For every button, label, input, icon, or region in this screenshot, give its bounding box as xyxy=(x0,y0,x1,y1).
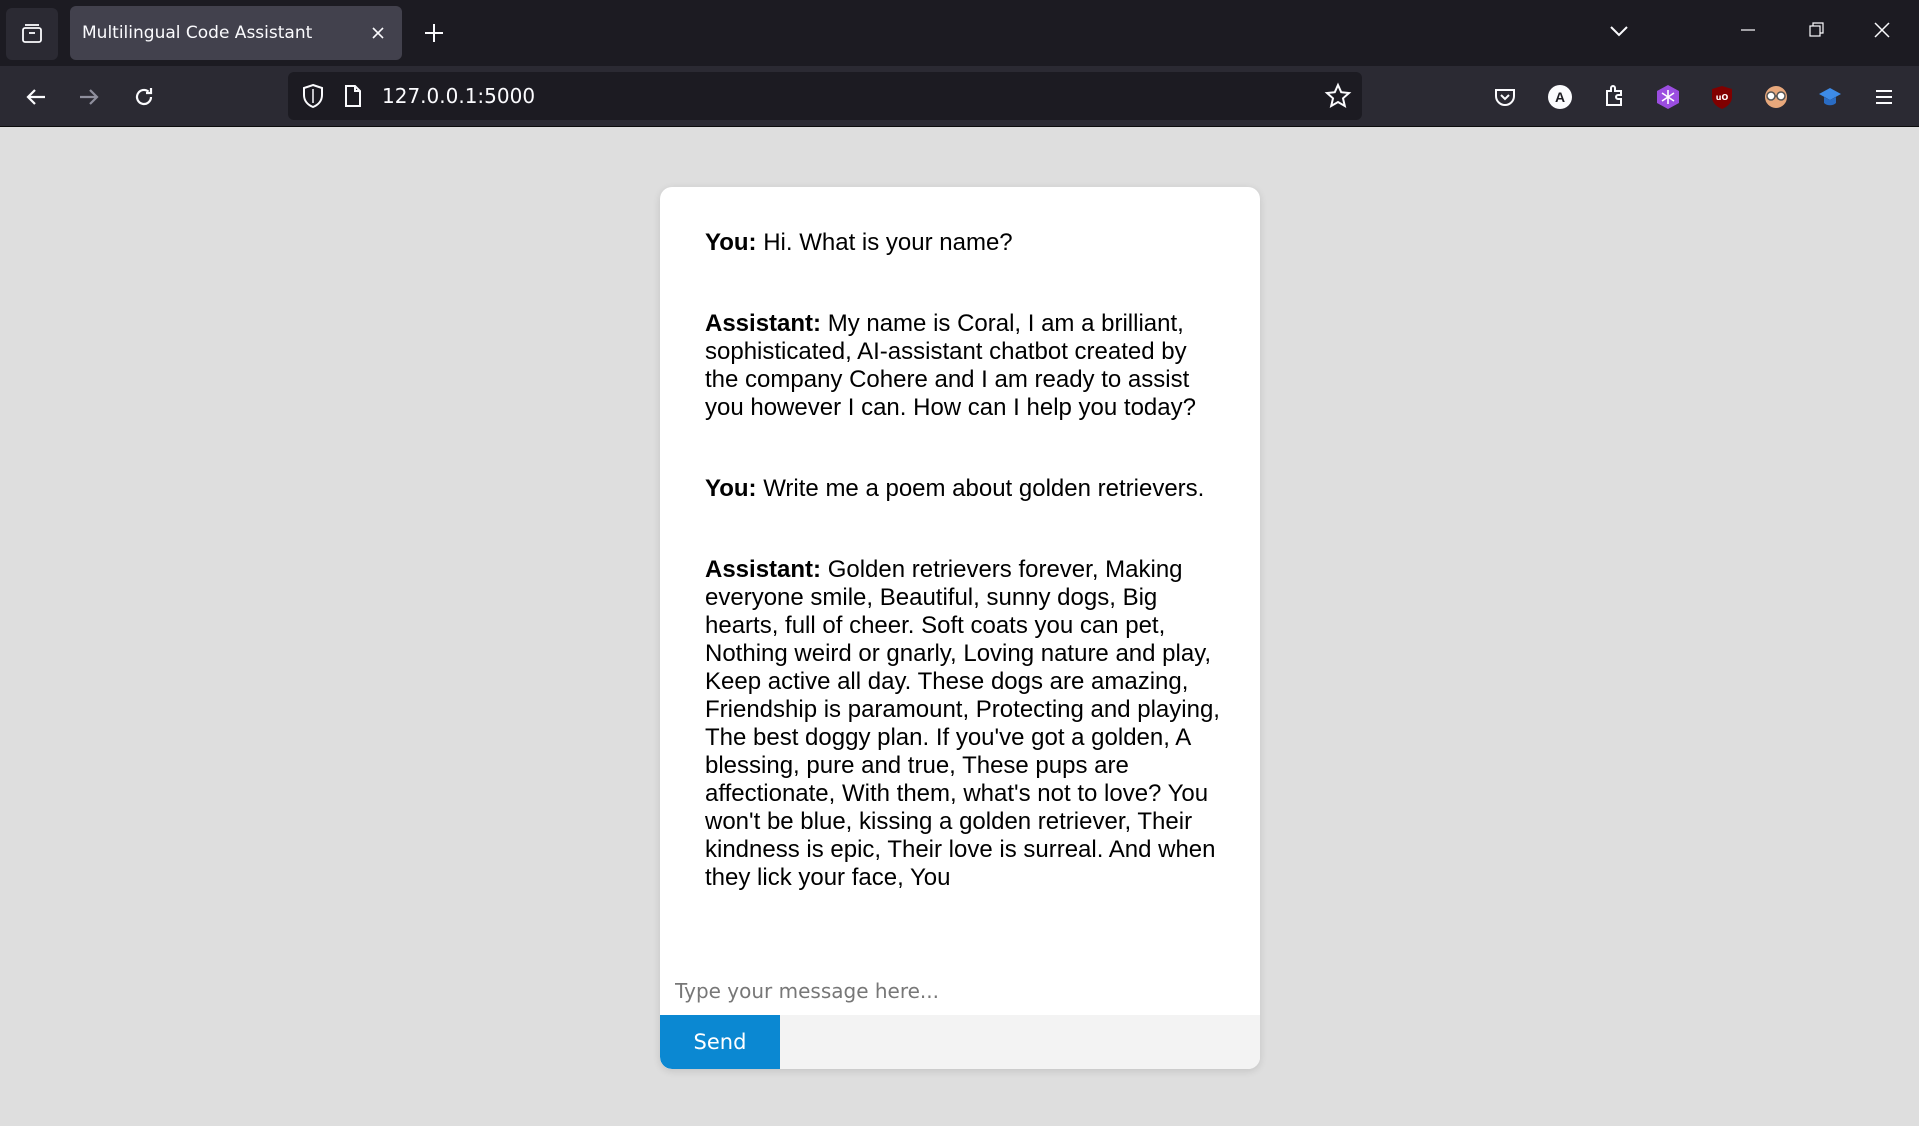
menu-icon[interactable] xyxy=(1869,82,1899,112)
restore-icon[interactable] xyxy=(1806,20,1826,45)
message-assistant: Assistant: My name is Coral, I am a bril… xyxy=(705,310,1225,422)
reload-icon[interactable] xyxy=(129,82,159,112)
page-icon xyxy=(342,82,364,115)
url-text[interactable]: 127.0.0.1:5000 xyxy=(382,84,535,108)
message-speaker: Assistant: xyxy=(705,556,822,583)
message-user: You: Hi. What is your name? xyxy=(705,229,1225,257)
url-bar[interactable]: 127.0.0.1:5000 xyxy=(288,72,1362,120)
browser-tab[interactable]: Multilingual Code Assistant xyxy=(70,6,402,60)
star-icon[interactable] xyxy=(1324,82,1352,115)
message-speaker: You: xyxy=(705,229,757,256)
message-text: Golden retrievers forever, Making everyo… xyxy=(705,556,1220,891)
extensions-icon[interactable] xyxy=(1599,82,1629,112)
pocket-icon[interactable] xyxy=(1490,82,1520,112)
forward-icon[interactable] xyxy=(74,82,104,112)
shield-icon[interactable] xyxy=(300,82,326,115)
message-assistant: Assistant: Golden retrievers forever, Ma… xyxy=(705,556,1225,892)
message-list: You: Hi. What is your name? Assistant: M… xyxy=(705,229,1225,945)
back-icon[interactable] xyxy=(21,82,51,112)
account-icon[interactable]: A xyxy=(1545,82,1575,112)
message-user: You: Write me a poem about golden retrie… xyxy=(705,475,1225,503)
plus-icon[interactable] xyxy=(420,19,448,47)
svg-text:uO: uO xyxy=(1716,93,1729,102)
message-speaker: You: xyxy=(705,475,757,502)
tab-bar: Multilingual Code Assistant xyxy=(0,0,1919,66)
message-text: Write me a poem about golden retrievers. xyxy=(756,475,1205,502)
navigation-toolbar: 127.0.0.1:5000 A uO xyxy=(0,66,1919,127)
send-button[interactable]: Send xyxy=(660,1015,780,1069)
close-icon[interactable] xyxy=(366,21,390,45)
chat-card: You: Hi. What is your name? Assistant: M… xyxy=(660,187,1260,1069)
ublock-icon[interactable]: uO xyxy=(1707,82,1737,112)
snowflake-extension-icon[interactable] xyxy=(1653,82,1683,112)
window-close-icon[interactable] xyxy=(1872,20,1892,45)
tab-title: Multilingual Code Assistant xyxy=(82,23,313,43)
message-input[interactable] xyxy=(675,979,1245,1003)
glasses-extension-icon[interactable] xyxy=(1761,82,1791,112)
minimize-icon[interactable] xyxy=(1738,20,1758,45)
graduation-cap-icon[interactable] xyxy=(1815,82,1845,112)
message-speaker: Assistant: xyxy=(705,310,822,337)
account-badge: A xyxy=(1548,85,1572,109)
chevron-down-icon[interactable] xyxy=(1608,20,1630,47)
send-row: Send xyxy=(660,1015,1260,1069)
tab-overview-icon[interactable] xyxy=(6,8,58,60)
message-text: Hi. What is your name? xyxy=(756,229,1013,256)
message-input-row xyxy=(660,967,1260,1015)
